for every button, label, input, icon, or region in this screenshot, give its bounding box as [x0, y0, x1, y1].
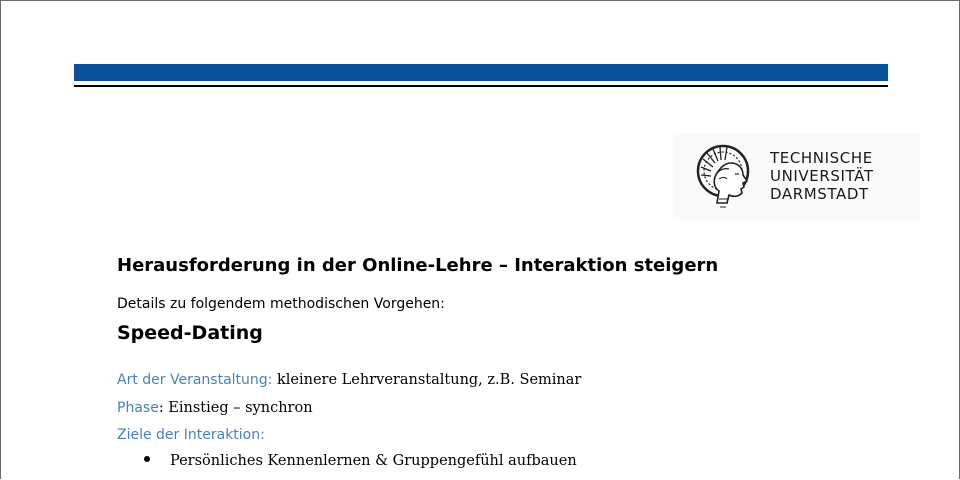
field-value: kleinere Lehrveranstaltung, z.B. Seminar: [272, 372, 582, 388]
bullet-icon: [144, 456, 150, 462]
field-label: Phase: [117, 400, 159, 416]
field-ziele-der-interaktion: Ziele der Interaktion:: [117, 425, 265, 443]
field-value: : Einstieg – synchron: [158, 400, 313, 416]
field-label: Art der Veranstaltung:: [117, 372, 273, 388]
field-art-der-veranstaltung: Art der Veranstaltung: kleinere Lehrvera…: [117, 370, 581, 388]
field-phase: Phase: Einstieg – synchron: [117, 398, 313, 416]
university-logo: TECHNISCHE UNIVERSITÄT DARMSTADT: [673, 133, 920, 220]
list-item-text: Persönliches Kennenlernen & Gruppengefüh…: [170, 453, 577, 469]
logo-line-2: UNIVERSITÄT: [770, 167, 874, 185]
athena-head-emblem-icon: [696, 144, 750, 208]
document-page: TECHNISCHE UNIVERSITÄT DARMSTADT Herausf…: [0, 0, 960, 479]
field-label: Ziele der Interaktion:: [117, 427, 265, 443]
document-heading: Herausforderung in der Online-Lehre – In…: [117, 255, 719, 276]
header-color-band: [74, 64, 888, 81]
logo-line-3: DARMSTADT: [770, 185, 869, 203]
document-subheading: Details zu folgendem methodischen Vorgeh…: [117, 296, 445, 312]
logo-line-1: TECHNISCHE: [770, 149, 873, 167]
method-title: Speed-Dating: [117, 322, 263, 344]
list-item: Persönliches Kennenlernen & Gruppengefüh…: [144, 453, 577, 469]
header-rule: [74, 85, 888, 87]
logo-wordmark: TECHNISCHE UNIVERSITÄT DARMSTADT: [770, 149, 874, 203]
